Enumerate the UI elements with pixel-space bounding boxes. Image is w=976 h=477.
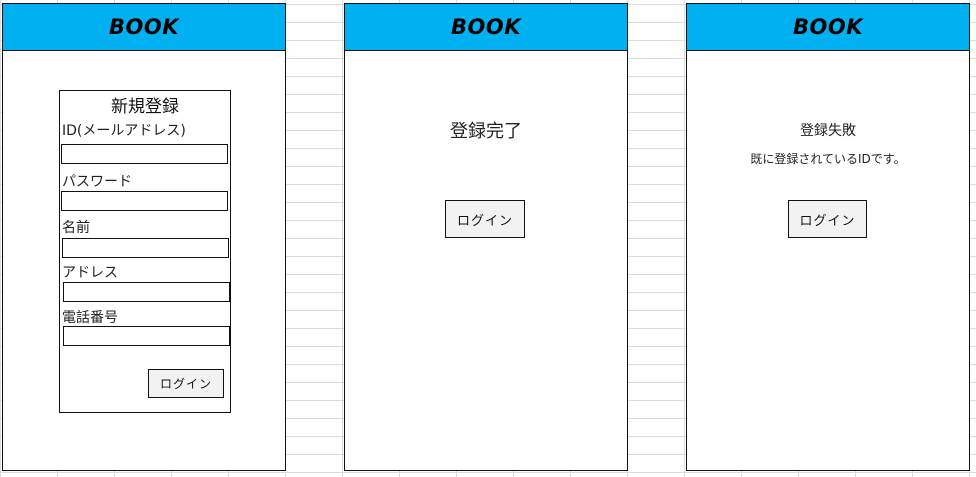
- name-input[interactable]: [62, 238, 229, 258]
- brand-logo: BOOK: [109, 15, 179, 39]
- app-header: BOOK: [345, 4, 627, 51]
- success-title: 登録完了: [450, 121, 522, 142]
- login-button[interactable]: ログイン: [445, 200, 525, 238]
- register-screen: BOOK 新規登録 ID(メールアドレス) パスワード 名前 アドレス 電話番号…: [2, 3, 286, 471]
- app-header: BOOK: [687, 4, 969, 51]
- form-title: 新規登録: [111, 97, 179, 117]
- name-label: 名前: [62, 220, 90, 236]
- failure-screen: BOOK 登録失敗 既に登録されているIDです。 ログイン: [686, 3, 970, 471]
- address-input[interactable]: [63, 282, 230, 302]
- failure-title: 登録失敗: [800, 123, 856, 139]
- brand-logo: BOOK: [793, 15, 863, 39]
- password-label: パスワード: [62, 174, 132, 190]
- phone-label: 電話番号: [62, 310, 118, 326]
- login-button[interactable]: ログイン: [788, 200, 867, 238]
- email-input[interactable]: [61, 144, 228, 164]
- success-screen: BOOK 登録完了 ログイン: [344, 3, 628, 471]
- email-label: ID(メールアドレス): [62, 123, 186, 139]
- password-input[interactable]: [61, 191, 228, 211]
- address-label: アドレス: [62, 265, 118, 281]
- failure-message: 既に登録されているIDです。: [750, 152, 906, 166]
- registration-form: 新規登録 ID(メールアドレス) パスワード 名前 アドレス 電話番号 ログイン: [59, 90, 231, 413]
- app-header: BOOK: [3, 4, 285, 51]
- login-button[interactable]: ログイン: [148, 369, 224, 398]
- phone-input[interactable]: [63, 326, 230, 346]
- brand-logo: BOOK: [451, 15, 521, 39]
